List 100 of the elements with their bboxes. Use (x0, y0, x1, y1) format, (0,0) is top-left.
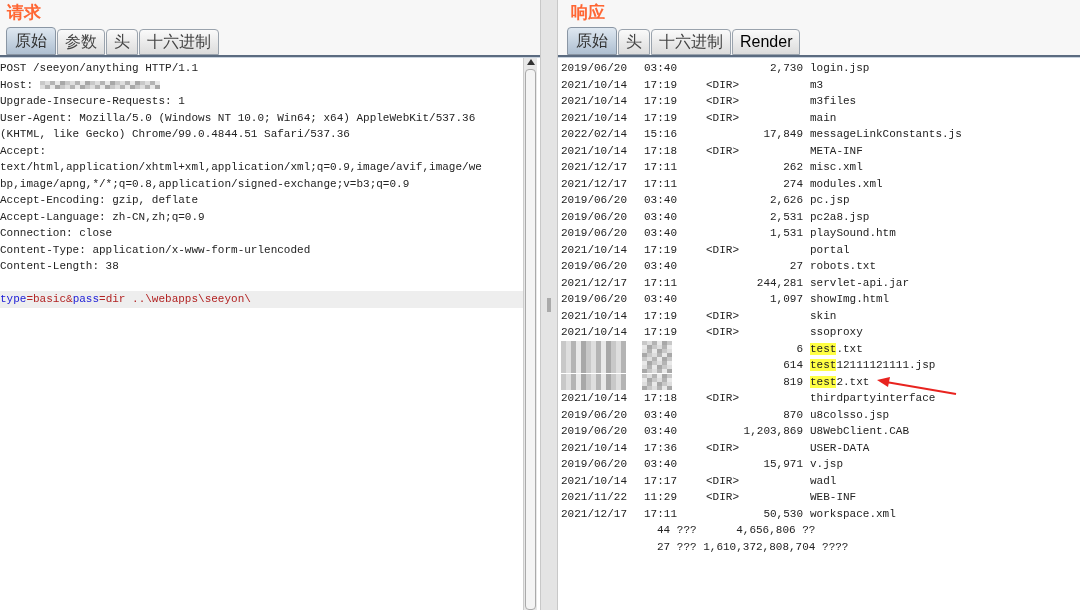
table-cell-text: ssoproxy (810, 325, 863, 340)
tab[interactable]: 头 (106, 29, 138, 55)
table-cell-text: 2019/06/20 (561, 226, 628, 241)
table-cell-text: 2021/12/17 (561, 506, 628, 522)
table-cell-text: WEB-INF (810, 490, 857, 505)
table-cell-text: 03:40 (644, 226, 678, 241)
request-line: Host: (0, 77, 34, 93)
panel-title: 请求 (7, 3, 41, 22)
table-cell-text: 17:19 (644, 77, 678, 93)
table-cell-text: servlet-api.jar (810, 275, 910, 291)
table-cell-text: test2.txt (810, 374, 870, 390)
request-line: (KHTML, like Gecko) Chrome/99.0.4844.51 Safari/537.36 (0, 127, 350, 142)
table-cell-text: 2019/06/20 (561, 209, 628, 225)
tab[interactable]: 十六进制 (139, 29, 219, 55)
table-cell-text: 11:29 (644, 490, 678, 505)
table-cell-text: 262 (783, 160, 803, 175)
table-cell-text: 2019/06/20 (561, 407, 628, 423)
table-cell-text: 03:40 (644, 209, 678, 225)
table-cell-text: 03:40 (644, 259, 678, 274)
table-cell: <DIR> (706, 326, 739, 338)
table-cell-text: U8WebClient.CAB (810, 424, 910, 439)
table-cell-text: 6 (796, 341, 803, 357)
tab[interactable]: 原始 (6, 27, 56, 55)
request-line: POST /seeyon/anything HTTP/1.1 (0, 61, 199, 76)
table-cell-text: 03:40 (644, 193, 678, 208)
table-cell-text: pc2a8.jsp (810, 209, 870, 225)
table-cell-text: 2021/10/14 (561, 391, 628, 406)
request-line: bp,image/apng,*/*;q=0.8,application/signed-exchange;v=b3;q=0.9 (0, 176, 410, 192)
table-cell: <DIR> (706, 243, 739, 256)
table-cell-text: 03:40 (644, 407, 678, 423)
table-cell-text: u8colsso.jsp (810, 407, 890, 423)
table-cell-text: m3files (810, 94, 857, 109)
table-cell: <DIR> (706, 392, 739, 404)
table-cell: <DIR> (706, 111, 739, 124)
table-cell-text: 2019/06/20 (561, 457, 628, 472)
summary-line: 27 ??? 1,610,372,808,704 ???? (657, 539, 849, 555)
table-cell-text: workspace.xml (810, 506, 896, 522)
table-cell-text: 15,971 (763, 457, 803, 472)
table-cell-text: 17:36 (644, 440, 678, 456)
table-cell-text: 03:40 (644, 61, 678, 76)
table-cell-text: 17:11 (644, 160, 678, 175)
table-cell-text: 17:11 (644, 176, 678, 192)
splitter-grip[interactable] (547, 298, 551, 312)
table-cell-text: v.jsp (810, 457, 843, 472)
table-cell: <DIR> (706, 474, 739, 487)
request-line: User-Agent: Mozilla/5.0 (Windows NT 10.0; Win64; x64) AppleWebKit/537.36 (0, 110, 476, 126)
table-cell-text: 17:19 (644, 308, 678, 324)
table-cell-text: login.jsp (810, 61, 870, 76)
tab[interactable]: Render (732, 29, 801, 55)
table-cell-text: 15:16 (644, 127, 678, 142)
table-cell-text: pc.jsp (810, 193, 850, 208)
table-cell-text: 2021/12/17 (561, 176, 628, 192)
table-cell-text: 2021/12/17 (561, 160, 628, 175)
table-cell-text: test.txt (810, 341, 863, 357)
table-cell-text: 2021/10/14 (561, 325, 628, 340)
table-cell-text: USER-DATA (810, 440, 870, 456)
table-cell-text: 2019/06/20 (561, 292, 628, 307)
table-cell-text: 1,097 (770, 292, 803, 307)
table-cell-text: 17:19 (644, 110, 678, 126)
tab[interactable]: 参数 (57, 29, 105, 55)
table-cell-text: wadl (810, 473, 837, 489)
table-cell-text: messageLinkConstants.js (810, 127, 962, 142)
tab[interactable]: 头 (618, 29, 650, 55)
table-cell-text: 2021/10/14 (561, 94, 628, 109)
table-cell-text: modules.xml (810, 176, 883, 192)
table-cell-text: playSound.htm (810, 226, 896, 241)
table-cell: <DIR> (706, 144, 739, 157)
table-cell-text: portal (810, 242, 850, 258)
request-body: type=basic&pass=dir ..\webapps\seeyon\ (0, 293, 251, 305)
request-line: Connection: close (0, 226, 113, 241)
table-cell: <DIR> (706, 95, 739, 107)
table-cell-text: 17,849 (763, 127, 803, 142)
table-cell-text: 614 (783, 358, 803, 373)
table-cell: <DIR> (706, 309, 739, 322)
table-cell-text: 17:17 (644, 473, 678, 489)
table-cell-text: 244,281 (756, 275, 803, 291)
table-cell-text: 17:19 (644, 94, 678, 109)
table-cell-text: 2021/11/22 (561, 490, 628, 505)
table-cell: <DIR> (706, 441, 739, 454)
table-cell-text: 1,531 (770, 226, 803, 241)
request-line: Content-Length: 38 (0, 259, 119, 274)
summary-line: 44 ??? 4,656,806 ?? (657, 523, 816, 538)
table-cell-text: 03:40 (644, 292, 678, 307)
table-cell-text: 03:40 (644, 424, 678, 439)
table-cell-text: 2021/10/14 (561, 308, 628, 324)
table-cell-text: robots.txt (810, 259, 876, 274)
table-cell-text: 2019/06/20 (561, 259, 628, 274)
tab[interactable]: 原始 (567, 27, 617, 55)
table-cell-text: 2019/06/20 (561, 424, 628, 439)
panel-title: 响应 (571, 3, 605, 22)
request-line: Accept: (0, 143, 47, 159)
scrollbar[interactable] (523, 58, 537, 610)
scrollbar-thumb[interactable] (525, 69, 536, 610)
request-line: text/html,application/xhtml+xml,application/xml;q=0.9,image/avif,image/we (0, 160, 482, 175)
table-cell: <DIR> (706, 78, 739, 91)
table-cell-text: m3 (810, 77, 824, 93)
table-cell-text: 2021/10/14 (561, 143, 628, 159)
tab[interactable]: 十六进制 (651, 29, 731, 55)
request-line: Accept-Encoding: gzip, deflate (0, 193, 199, 208)
table-cell-text: showImg.html (810, 292, 890, 307)
